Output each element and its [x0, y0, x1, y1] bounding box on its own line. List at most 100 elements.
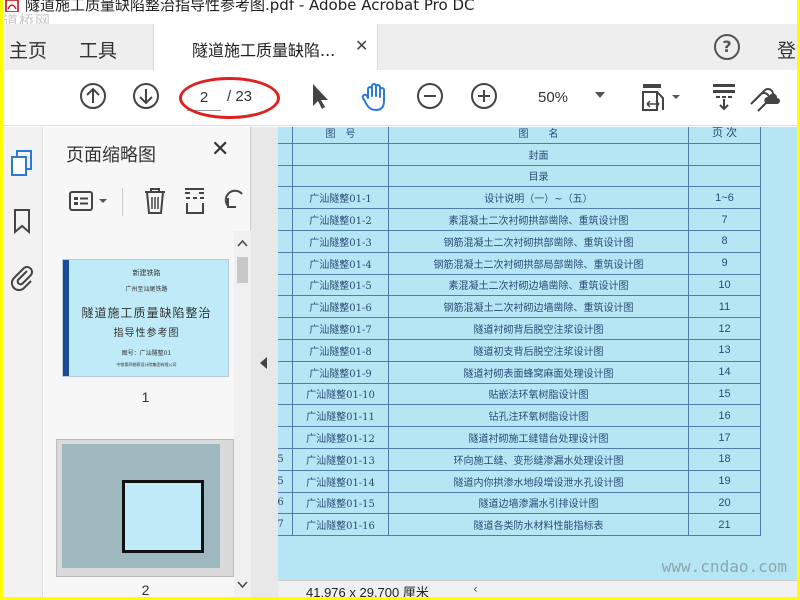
- row-code: 广汕隧整01-2: [292, 208, 389, 231]
- row-name: 钢筋混凝土二次衬砌拱部凿除、重筑设计图: [388, 229, 689, 253]
- row-margin-digit: [278, 251, 293, 275]
- row-page: 10: [688, 273, 761, 297]
- header-code: 图 号: [292, 127, 389, 144]
- fit-page-icon[interactable]: [639, 82, 685, 114]
- thumbnail-options-icon[interactable]: [68, 190, 112, 214]
- page-thumbnails-icon[interactable]: [9, 149, 35, 177]
- table-row: 5 广汕隧整01-14 隧道内你拱渗水地段增设泄水孔设计图 19: [278, 469, 761, 493]
- table-row: 广汕隧整01-11 钻孔注环氧树脂设计图 16: [278, 404, 761, 428]
- row-name: 隧道初支背后脱空注浆设计图: [388, 338, 689, 362]
- row-margin-digit: [278, 338, 293, 362]
- row-name: 素混凝土二次衬砌边墙凿除、重筑设计图: [388, 273, 689, 297]
- row-code: 广汕隧整01-6: [292, 295, 389, 319]
- row-page: 16: [688, 404, 761, 428]
- row-page: 12: [688, 317, 761, 340]
- tab-tools[interactable]: 工具: [79, 36, 117, 63]
- zoom-out-icon[interactable]: [416, 82, 444, 110]
- row-margin-digit: [278, 164, 293, 188]
- table-row: 广汕隧整01-9 隧道衬砌表面蜂窝麻面处理设计图 14: [278, 360, 761, 384]
- row-code: 广汕隧整01-15: [292, 491, 389, 515]
- row-code: [292, 164, 389, 188]
- thumbnails-panel: 页面缩略图 ✕ 新建铁路 广州至汕尾铁路 隧道施工质量缺陷整治 指导性参考图 图…: [44, 127, 251, 597]
- row-margin-digit: 5: [278, 447, 293, 471]
- row-name: 钢筋混凝土二次衬砌边墙凿除、重筑设计图: [388, 295, 689, 319]
- scroll-left-icon[interactable]: ‹: [473, 582, 478, 596]
- zoom-dropdown[interactable]: 50%: [523, 86, 608, 110]
- extract-page-icon[interactable]: [182, 186, 208, 216]
- row-name: 隧道边墙渗漏水引排设计图: [388, 491, 689, 515]
- row-margin-digit: [278, 273, 293, 297]
- scroll-up-icon[interactable]: [237, 239, 248, 247]
- row-code: 广汕隧整01-8: [292, 338, 389, 362]
- chevron-down-icon: [595, 92, 605, 98]
- highlight-ellipse: [179, 77, 280, 119]
- thumbnail-list: 新建铁路 广州至汕尾铁路 隧道施工质量缺陷整治 指导性参考图 图号：广汕隧整01…: [44, 231, 234, 597]
- row-page: 7: [688, 208, 761, 231]
- panel-scrollbar[interactable]: [234, 231, 251, 597]
- row-page: 18: [688, 447, 761, 471]
- table-row: 封面: [278, 142, 761, 166]
- row-name: 环向施工缝、变形缝渗漏水处理设计图: [388, 447, 689, 471]
- row-name: 隧道衬砌背后脱空注浆设计图: [388, 317, 689, 340]
- row-name: 隧道衬砌表面蜂窝麻面处理设计图: [388, 360, 689, 384]
- select-cursor-icon[interactable]: [309, 82, 331, 110]
- table-row: 广汕隧整01-3 钢筋混凝土二次衬砌拱部凿除、重筑设计图 8: [278, 229, 761, 253]
- row-page: 1~6: [688, 186, 761, 210]
- row-code: 广汕隧整01-4: [292, 251, 389, 275]
- panel-collapse-handle[interactable]: [251, 127, 278, 597]
- row-page: 11: [688, 295, 761, 319]
- row-margin-digit: [278, 317, 293, 340]
- row-name: 钻孔注环氧树脂设计图: [388, 404, 689, 428]
- page-dimensions: 41.976 x 29.700 厘米: [306, 585, 429, 597]
- row-margin-digit: [278, 360, 293, 384]
- header-name: 图 名: [388, 127, 689, 144]
- document-view[interactable]: 图 号图 名页 次封面 目录 广汕隧整01-1 设计说明（一）~（五） 1~6 广汕隧整0…: [278, 127, 797, 580]
- table-header-row: 图 号图 名页 次: [278, 127, 761, 144]
- row-page: 9: [688, 251, 761, 275]
- visible-area-box[interactable]: [122, 480, 204, 553]
- table-row: 广汕隧整01-8 隧道初支背后脱空注浆设计图 13: [278, 338, 761, 362]
- help-icon[interactable]: ?: [714, 34, 740, 60]
- sign-in-button[interactable]: 登: [777, 36, 796, 63]
- rotate-page-icon[interactable]: [222, 188, 246, 216]
- row-name: 素混凝土二次衬砌拱部凿除、重筑设计图: [388, 208, 689, 231]
- thumbnail-label: 1: [141, 389, 150, 405]
- thumb-line: 广州至汕尾铁路: [125, 286, 168, 293]
- attachment-icon[interactable]: [9, 261, 35, 291]
- table-row: 广汕隧整01-12 隧道衬砌施工缝错台处理设计图 17: [278, 426, 761, 449]
- zoom-in-icon[interactable]: [470, 82, 498, 110]
- row-code: 广汕隧整01-10: [292, 382, 389, 406]
- scrollbar-thumb[interactable]: [237, 257, 248, 283]
- row-margin-digit: [278, 142, 293, 166]
- scroll-mode-icon[interactable]: [711, 82, 739, 112]
- row-margin-digit: [278, 382, 293, 406]
- row-name: 钢筋混凝土二次衬砌拱部局部凿除、重筑设计图: [388, 251, 689, 275]
- panel-title: 页面缩略图: [66, 145, 156, 166]
- delete-page-icon[interactable]: [142, 186, 168, 216]
- row-code: 广汕隧整01-16: [292, 513, 389, 537]
- hand-tool-icon[interactable]: [360, 82, 390, 112]
- pdf-page: 图 号图 名页 次封面 目录 广汕隧整01-1 设计说明（一）~（五） 1~6 广汕隧整0…: [278, 127, 797, 580]
- row-name: 封面: [388, 142, 689, 166]
- close-tab-icon[interactable]: ✕: [355, 36, 368, 55]
- row-code: [292, 142, 389, 166]
- page-thumbnail-1[interactable]: 新建铁路 广州至汕尾铁路 隧道施工质量缺陷整治 指导性参考图 图号：广汕隧整01…: [62, 259, 229, 377]
- document-tab-label: 隧道施工质量缺陷...: [192, 41, 336, 60]
- link-icon[interactable]: [745, 82, 781, 112]
- document-tab[interactable]: 隧道施工质量缺陷... ✕: [153, 24, 378, 70]
- thumb-line: 隧道施工质量缺陷整治: [81, 306, 212, 320]
- table-row: 广汕隧整01-2 素混凝土二次衬砌拱部凿除、重筑设计图 7: [278, 208, 761, 231]
- bookmark-icon[interactable]: [9, 207, 35, 235]
- table-row: 广汕隧整01-4 钢筋混凝土二次衬砌拱部局部凿除、重筑设计图 9: [278, 251, 761, 275]
- scroll-down-icon[interactable]: [237, 581, 248, 589]
- tab-home[interactable]: 主页: [9, 36, 47, 63]
- thumb-line: 中铁第四勘察设计院集团有限公司: [116, 362, 177, 367]
- thumb-line: 图号：广汕隧整01: [121, 350, 172, 357]
- next-page-icon[interactable]: [132, 82, 160, 110]
- page-thumbnail-2-selected[interactable]: [56, 439, 234, 577]
- thumb-line: 新建铁路: [132, 269, 161, 277]
- prev-page-icon[interactable]: [79, 82, 107, 110]
- close-panel-icon[interactable]: ✕: [211, 137, 229, 162]
- row-code: 广汕隧整01-9: [292, 360, 389, 384]
- row-name: 贴嵌法环氧树脂设计图: [388, 382, 689, 406]
